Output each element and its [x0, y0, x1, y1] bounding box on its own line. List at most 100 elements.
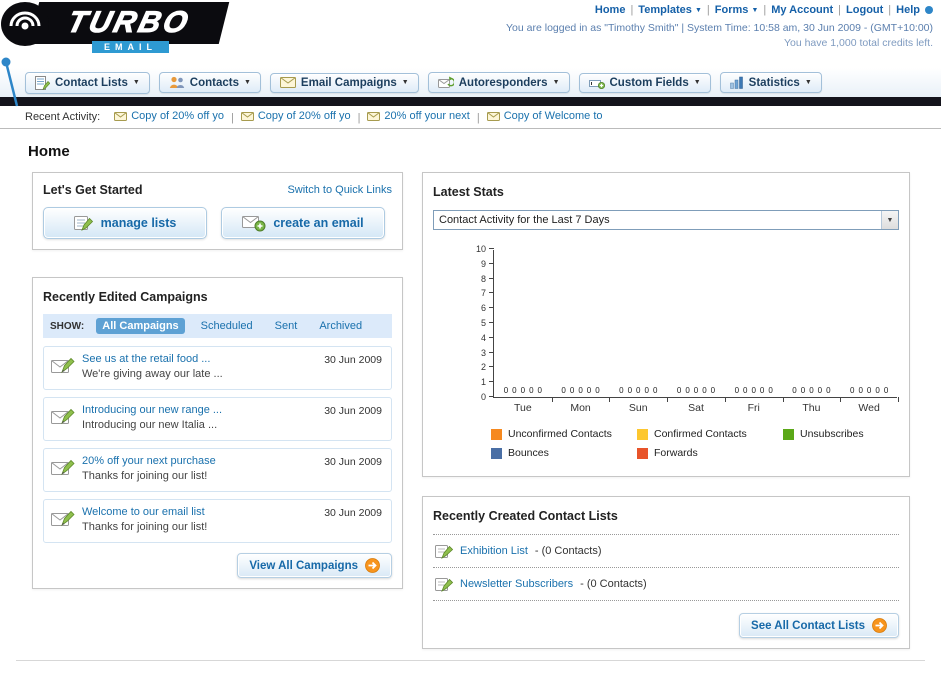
- envelope-pencil-icon: [51, 407, 75, 427]
- chart-legend: Unconfirmed Contacts Confirmed Contacts Un…: [491, 428, 931, 466]
- y-axis-tick: [489, 381, 494, 383]
- activity-separator: |: [357, 111, 361, 124]
- contact-list-item[interactable]: Newsletter Subscribers - (0 Contacts): [433, 567, 899, 600]
- y-axis-label: 7: [480, 288, 486, 299]
- create-email-button[interactable]: create an email: [221, 207, 385, 239]
- y-axis-label: 10: [475, 244, 486, 254]
- nav-tab-contact-lists[interactable]: Contact Lists ▼: [25, 71, 150, 94]
- legend-swatch: [637, 428, 648, 440]
- nav-tab-label: Contact Lists: [55, 76, 128, 89]
- contact-list-name-link[interactable]: Exhibition List: [460, 545, 528, 557]
- stats-period-value: Contact Activity for the Last 7 Days: [439, 214, 610, 226]
- top-link-templates[interactable]: Templates ▼: [638, 4, 702, 16]
- y-axis-label: 3: [480, 347, 486, 358]
- recent-activity-item-label: Copy of 20% off yo: [131, 110, 224, 123]
- arrow-circle-icon: [365, 558, 380, 573]
- y-axis-label: 1: [480, 377, 486, 388]
- get-started-title: Let's Get Started: [43, 183, 143, 197]
- see-all-contact-lists-label: See All Contact Lists: [751, 619, 865, 632]
- top-link-separator: |: [706, 4, 710, 16]
- logo-text-turbo: TURBO: [64, 6, 195, 40]
- y-axis-tick: [489, 322, 494, 323]
- campaign-item[interactable]: Welcome to our email list Thanks for join…: [43, 499, 392, 543]
- credits-info: You have 1,000 total credits left.: [783, 37, 933, 49]
- bar-value-labels: 00000: [609, 386, 667, 395]
- bar-value: 0: [529, 386, 534, 395]
- contact-list-item[interactable]: Exhibition List - (0 Contacts): [433, 534, 899, 567]
- recent-activity-item[interactable]: Copy of 20% off yo: [114, 110, 224, 122]
- legend-label: Unsubscribes: [800, 428, 864, 440]
- x-axis-label: Thu: [802, 402, 821, 414]
- campaign-filter-all-campaigns[interactable]: All Campaigns: [96, 318, 185, 334]
- recent-activity-item[interactable]: Copy of Welcome to: [486, 110, 603, 123]
- top-links: Home | Templates ▼ | Forms ▼ | My Account | Logo…: [506, 4, 933, 16]
- statistics-icon: [729, 76, 744, 89]
- logo-background: TURBO: [28, 2, 230, 44]
- contact-list-name-link[interactable]: Newsletter Subscribers: [460, 578, 573, 590]
- legend-label: Unconfirmed Contacts: [508, 428, 612, 440]
- top-link-home[interactable]: Home: [595, 4, 626, 16]
- view-all-campaigns-button[interactable]: View All Campaigns: [237, 553, 392, 578]
- nav-tab-autoresponders[interactable]: Autoresponders ▼: [427, 72, 570, 93]
- nav-tab-custom-fields[interactable]: Custom Fields ▼: [578, 72, 711, 93]
- campaign-filter-scheduled[interactable]: Scheduled: [195, 318, 259, 334]
- y-axis-label: 9: [480, 258, 486, 269]
- bar-value: 0: [866, 386, 872, 395]
- stats-period-select[interactable]: Contact Activity for the Last 7 Days ▼: [433, 210, 899, 230]
- campaign-item[interactable]: See us at the retail food ... We're givin…: [43, 346, 392, 390]
- bar-value-labels: 00000: [783, 386, 841, 395]
- bar-value-labels: 00000: [725, 386, 783, 395]
- campaign-subtitle: Thanks for joining our list!: [82, 521, 208, 533]
- bar-value: 0: [586, 386, 592, 395]
- contact-activity-chart: 0 1 2 3 4 5 6 7 8 9 10 0 0 0 0 0 Tue 0 0 0 0 0 Mon 0 0 0 0 0 Sun 0 0 0 0…: [433, 244, 899, 418]
- top-link-separator: |: [838, 4, 842, 16]
- envelope-pencil-icon: [51, 356, 75, 376]
- main-nav: Contact Lists ▼ Contacts ▼ Email Campaigns ▼ A…: [0, 68, 941, 97]
- bar-value: 0: [768, 386, 773, 395]
- bar-value: 0: [561, 386, 566, 395]
- chevron-down-icon: ▼: [401, 79, 409, 86]
- top-link-forms[interactable]: Forms ▼: [715, 4, 759, 16]
- campaign-item[interactable]: Introducing our new range ... Introducing…: [43, 397, 392, 441]
- nav-tab-statistics[interactable]: Statistics ▼: [719, 72, 822, 93]
- legend-item: Unsubscribes: [783, 428, 929, 440]
- arrow-circle-icon: [872, 618, 887, 633]
- legend-label: Bounces: [508, 447, 549, 459]
- chevron-down-icon: ▼: [552, 79, 560, 86]
- y-axis-label: 0: [480, 392, 486, 402]
- recent-activity-item[interactable]: 20% off your next: [367, 110, 470, 122]
- legend-swatch: [637, 447, 648, 459]
- switch-quick-links-link[interactable]: Switch to Quick Links: [287, 184, 392, 196]
- recent-activity-bar: Recent Activity: Copy of 20% off yo | Copy…: [0, 106, 941, 129]
- bar-value: 0: [702, 386, 707, 395]
- logo[interactable]: TURBO EMAIL: [0, 0, 260, 107]
- legend-item: Forwards: [637, 447, 783, 459]
- envelope-icon: [486, 111, 500, 121]
- y-axis-tick: [489, 307, 494, 309]
- top-link-logout[interactable]: Logout: [846, 4, 883, 16]
- nav-tab-email-campaigns[interactable]: Email Campaigns ▼: [269, 72, 419, 93]
- see-all-contact-lists-button[interactable]: See All Contact Lists: [739, 613, 899, 638]
- x-axis-tick: [898, 397, 899, 402]
- x-axis-label: Mon: [570, 402, 591, 414]
- recent-activity-item-label: Copy of Welcome to: [503, 110, 603, 123]
- campaign-filter-sent[interactable]: Sent: [269, 318, 304, 334]
- manage-lists-button[interactable]: manage lists: [43, 207, 207, 239]
- top-link-help[interactable]: Help: [896, 4, 920, 16]
- campaign-filter-bar: SHOW: All Campaigns Scheduled Sent Archived: [43, 314, 392, 338]
- bar-value-labels: 00000: [494, 386, 552, 395]
- campaign-filter-archived[interactable]: Archived: [313, 318, 368, 334]
- legend-swatch: [491, 447, 502, 459]
- activity-separator: |: [476, 111, 480, 124]
- recent-activity-item[interactable]: Copy of 20% off yo: [240, 110, 351, 122]
- chart-plot: 0 1 2 3 4 5 6 7 8 9 10 0 0 0 0 0 Tue 0 0 0 0 0 Mon 0 0 0 0 0 Sun 0 0 0 0…: [476, 244, 899, 414]
- campaign-date: 30 Jun 2009: [324, 507, 382, 519]
- pencil-card-icon: [435, 542, 453, 560]
- bar-value: 0: [569, 386, 575, 395]
- nav-tab-contacts[interactable]: Contacts ▼: [158, 72, 261, 93]
- logo-antenna-icon: [1, 57, 19, 107]
- campaign-subtitle: We're giving away our late ...: [82, 368, 223, 380]
- x-axis-label: Fri: [747, 402, 760, 414]
- top-link-my-account[interactable]: My Account: [771, 4, 833, 16]
- campaign-item[interactable]: 20% off your next purchase Thanks for joi…: [43, 448, 392, 492]
